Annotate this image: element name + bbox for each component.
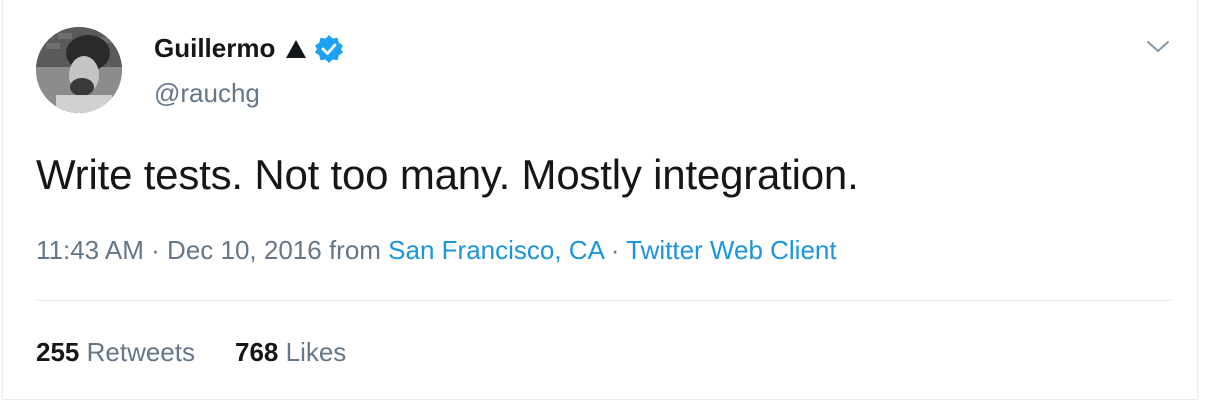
retweets-count: 255	[36, 337, 80, 367]
meta-separator: ·	[603, 235, 627, 265]
from-label: from	[321, 235, 389, 265]
divider	[36, 300, 1172, 301]
likes-stat[interactable]: 768 Likes	[235, 337, 346, 368]
verified-badge-icon	[314, 34, 344, 64]
triangle-icon	[284, 38, 308, 60]
tweet-time-link[interactable]: 11:43 AM	[36, 235, 144, 265]
tweet-text: Write tests. Not too many. Mostly integr…	[36, 151, 859, 198]
author-name-row[interactable]: Guillermo	[154, 33, 344, 64]
retweets-stat[interactable]: 255 Retweets	[36, 337, 195, 368]
location-link[interactable]: San Francisco, CA	[388, 235, 603, 265]
author-name[interactable]: Guillermo	[154, 33, 275, 64]
likes-label: Likes	[278, 337, 347, 367]
avatar[interactable]	[36, 27, 122, 113]
retweets-label: Retweets	[79, 337, 195, 367]
chevron-down-icon[interactable]	[1145, 36, 1171, 56]
client-link[interactable]: Twitter Web Client	[626, 235, 836, 265]
tweet-stats: 255 Retweets 768 Likes	[36, 337, 346, 368]
tweet-card: Guillermo @rauchg Write tests. Not too m…	[2, 0, 1198, 400]
tweet-meta: 11:43 AM · Dec 10, 2016 from San Francis…	[36, 235, 837, 266]
meta-separator: ·	[143, 235, 168, 265]
tweet-date-link[interactable]: Dec 10, 2016	[167, 235, 322, 265]
likes-count: 768	[235, 337, 279, 367]
author-handle[interactable]: @rauchg	[154, 78, 260, 109]
